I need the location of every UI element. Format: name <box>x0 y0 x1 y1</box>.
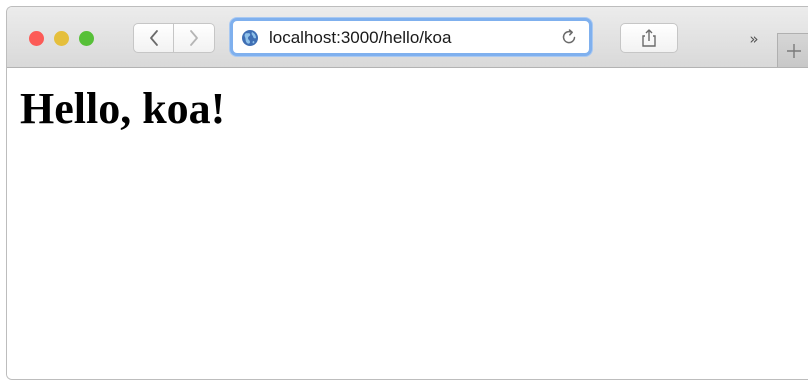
reload-icon[interactable] <box>559 27 579 47</box>
chevron-right-icon <box>190 30 198 46</box>
url-text[interactable]: localhost:3000/hello/koa <box>269 28 451 48</box>
browser-window: localhost:3000/hello/koa » Hello, koa! <box>6 6 808 380</box>
forward-button[interactable] <box>174 23 215 53</box>
page-content: Hello, koa! <box>7 68 808 379</box>
page-heading: Hello, koa! <box>20 84 226 133</box>
more-toolbar-items-button[interactable]: » <box>743 29 765 49</box>
share-button[interactable] <box>620 23 678 53</box>
maximize-window-button[interactable] <box>79 31 94 46</box>
plus-icon <box>786 43 801 58</box>
back-button[interactable] <box>133 23 174 53</box>
close-window-button[interactable] <box>29 31 44 46</box>
address-bar[interactable]: localhost:3000/hello/koa <box>230 18 592 56</box>
minimize-window-button[interactable] <box>54 31 69 46</box>
navigation-buttons <box>133 23 217 53</box>
browser-toolbar: localhost:3000/hello/koa » <box>7 7 808 68</box>
share-icon <box>642 29 656 47</box>
globe-icon <box>242 30 258 46</box>
chevron-left-icon <box>149 30 158 46</box>
new-tab-button[interactable] <box>777 33 808 67</box>
